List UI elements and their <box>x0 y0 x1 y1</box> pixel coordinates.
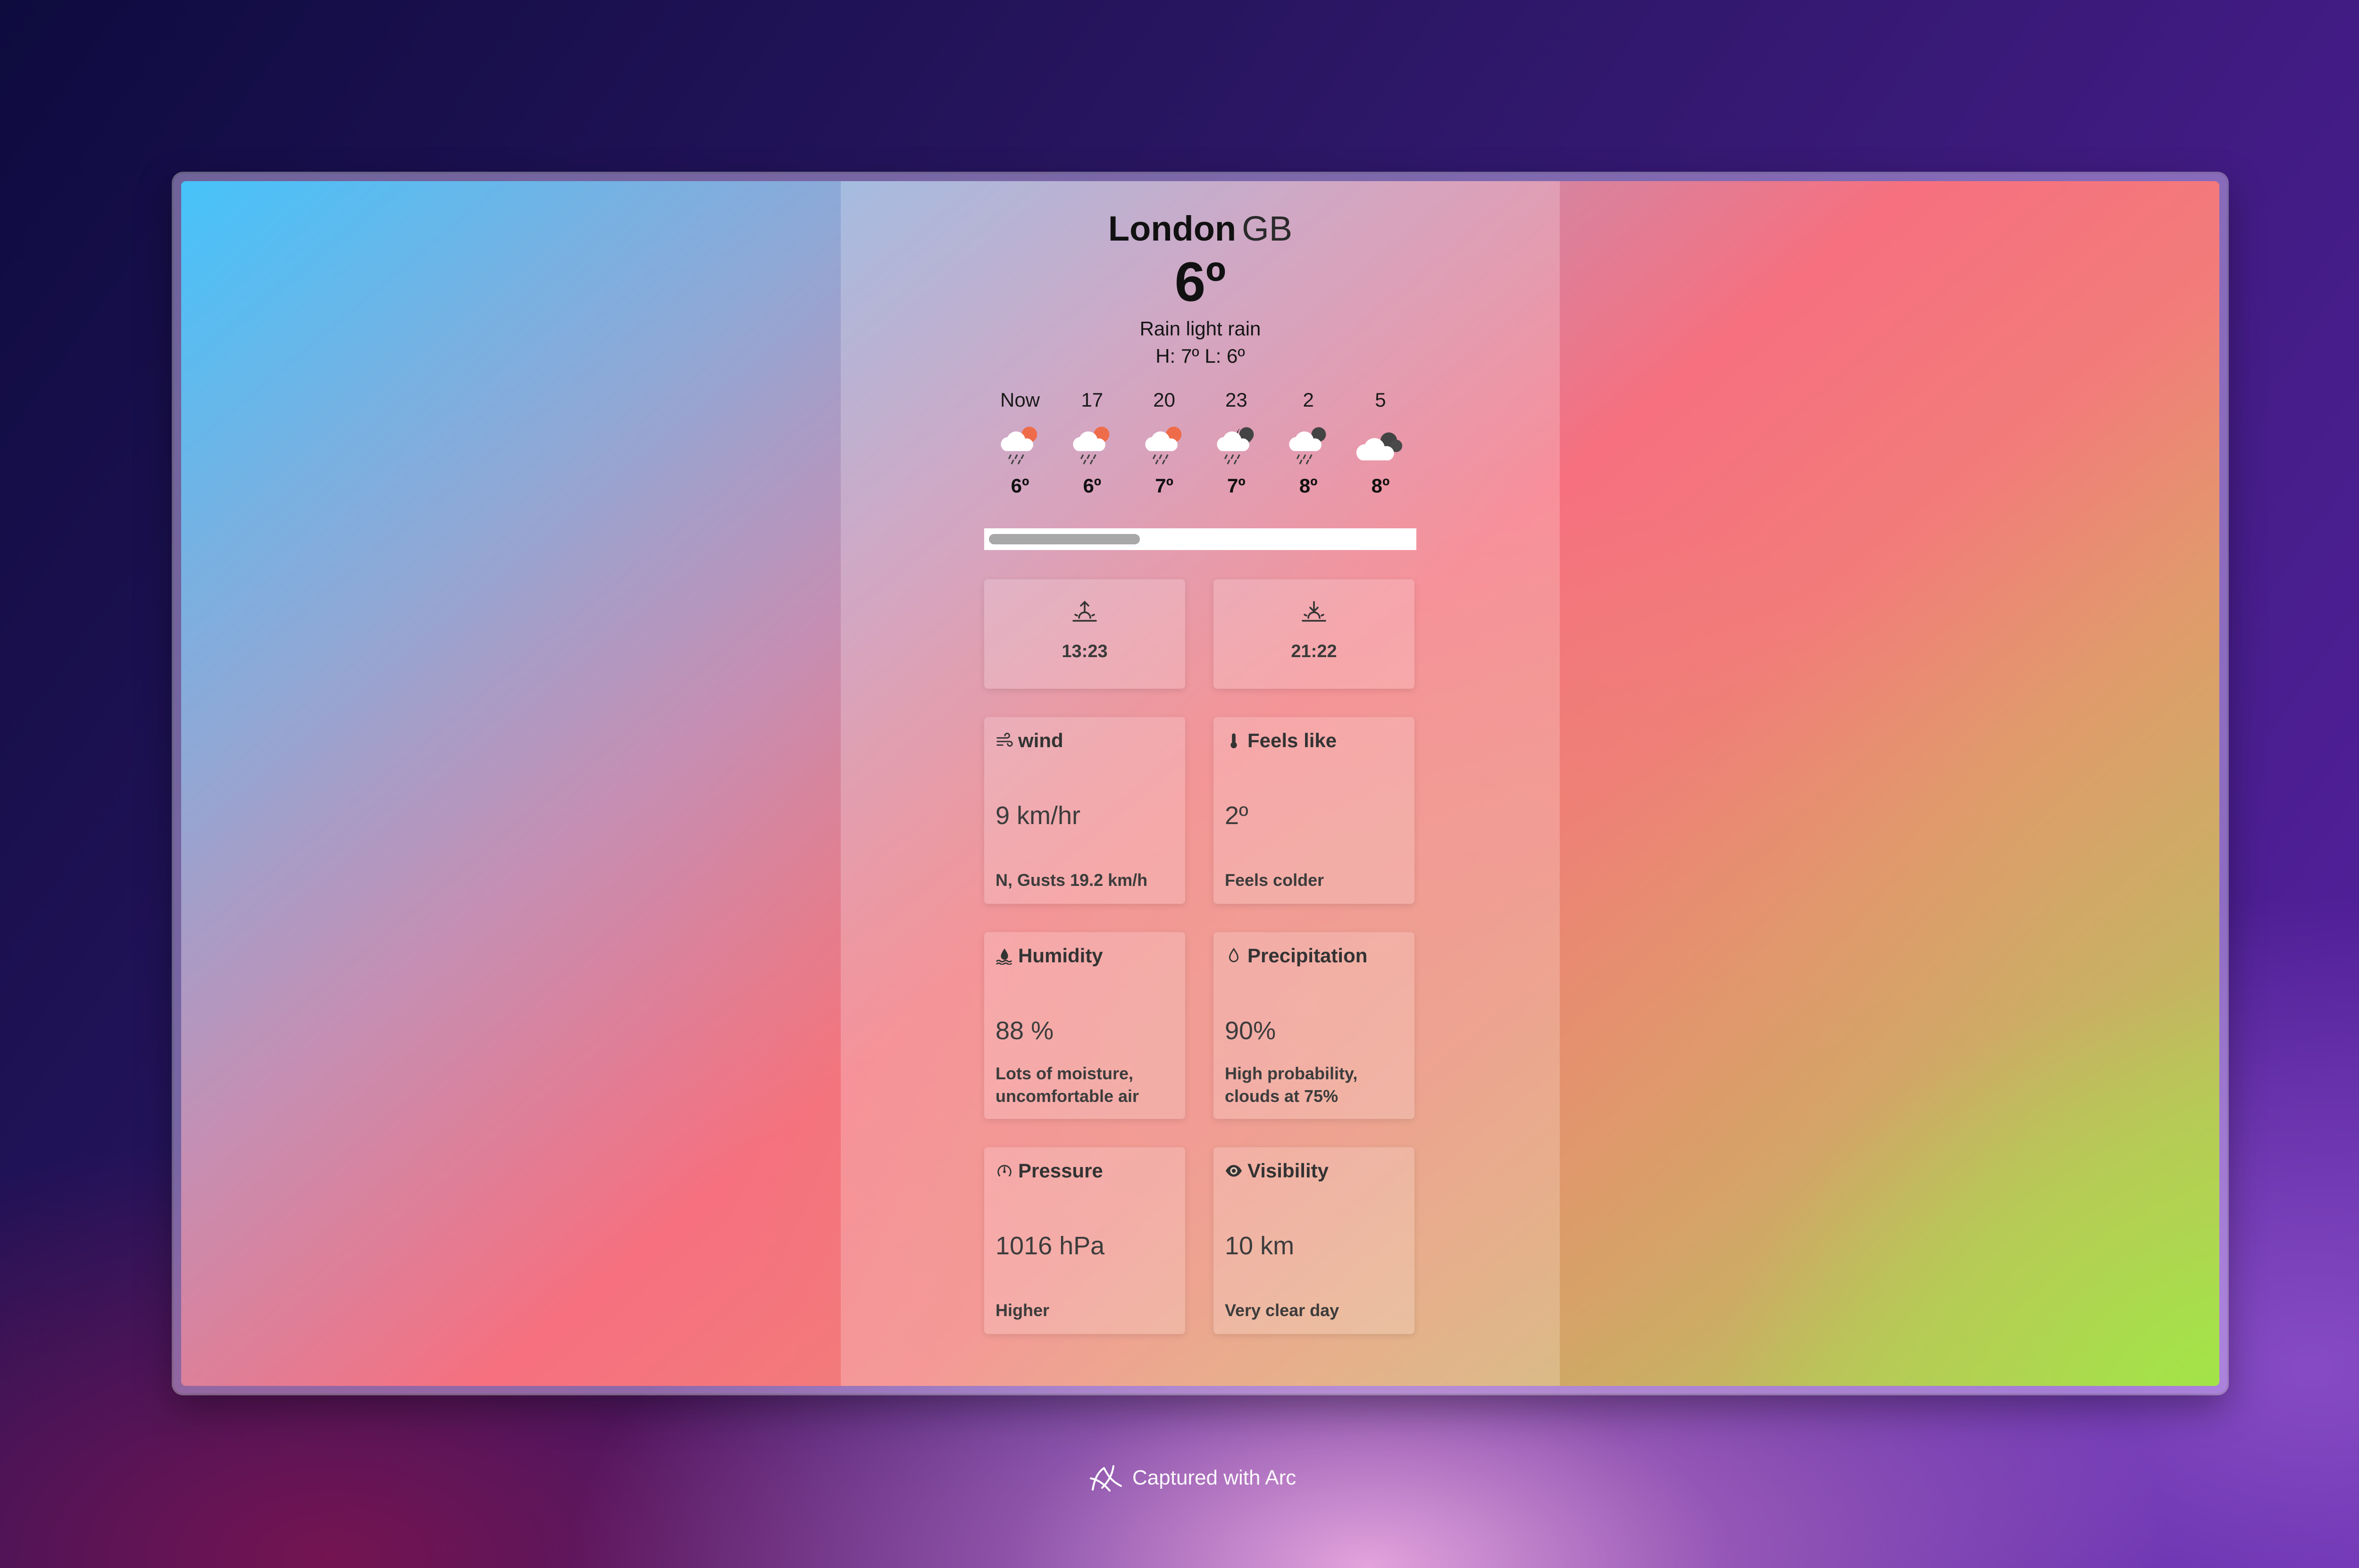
sunrise-time: 13:23 <box>1062 642 1108 661</box>
feels-like-value: 2º <box>1225 801 1248 830</box>
hourly-item: 2 8º <box>1272 387 1344 497</box>
visibility-card-title: Visibility <box>1225 1159 1329 1182</box>
humidity-note: Lots of moisture, uncomfortable air <box>995 1064 1139 1106</box>
hourly-item: 20 7º <box>1129 387 1200 497</box>
pressure-card: Pressure 1016 hPa Higher <box>984 1147 1185 1334</box>
hourly-item: 5 8º <box>1345 387 1416 497</box>
visibility-title: Visibility <box>1247 1159 1329 1182</box>
feels-like-title: Feels like <box>1247 729 1337 751</box>
hour-time: 20 <box>1153 389 1175 411</box>
hour-time: 5 <box>1375 389 1386 411</box>
hourly-forecast[interactable]: Now 6º 17 6º 20 7º 23 7º 2 8º 5 8º <box>984 387 1416 497</box>
hour-temperature: 7º <box>1227 475 1246 497</box>
feels-like-card: Feels like 2º Feels colder <box>1213 717 1414 904</box>
humidity-icon <box>996 948 1012 965</box>
rain-night-icon <box>1217 427 1254 465</box>
cloudy-night-icon <box>1356 432 1403 460</box>
scrollbar-thumb[interactable] <box>989 534 1140 544</box>
browser-window: London GB 6º Rain light rain H: 7º L: 6º … <box>174 174 2227 1393</box>
visibility-note: Very clear day <box>1225 1301 1339 1320</box>
pressure-card-title: Pressure <box>995 1159 1103 1182</box>
wind-icon <box>996 733 1013 747</box>
wind-note: N, Gusts 19.2 km/h <box>995 870 1148 890</box>
humidity-card: Humidity 88 % Lots of moisture, uncomfor… <box>984 932 1185 1119</box>
hour-time: 2 <box>1303 389 1314 411</box>
gauge-icon <box>997 1165 1012 1176</box>
hourly-scrollbar[interactable] <box>984 528 1416 550</box>
hourly-item: 17 6º <box>1056 387 1128 497</box>
capture-footer: Captured with Arc <box>1088 1462 1296 1493</box>
wind-title: wind <box>1018 729 1063 751</box>
sunrise-card: 13:23 <box>984 579 1185 689</box>
rain-day-icon <box>1145 426 1181 465</box>
precipitation-title: Precipitation <box>1247 944 1368 967</box>
sunset-card: 21:22 <box>1213 579 1414 689</box>
droplet-icon <box>1229 948 1238 962</box>
weather-panel: London GB 6º Rain light rain H: 7º L: 6º … <box>841 181 1560 1386</box>
high-low-temperature: H: 7º L: 6º <box>1155 345 1245 367</box>
rain-day-icon <box>1001 426 1037 465</box>
pressure-note: Higher <box>995 1301 1050 1320</box>
page-viewport: London GB 6º Rain light rain H: 7º L: 6º … <box>181 181 2219 1386</box>
humidity-card-title: Humidity <box>995 944 1103 967</box>
visibility-value: 10 km <box>1225 1232 1295 1260</box>
hourly-item: 23 7º <box>1200 387 1272 497</box>
humidity-title: Humidity <box>1018 944 1103 967</box>
pressure-value: 1016 hPa <box>995 1232 1105 1260</box>
hourly-item: Now 6º <box>984 387 1056 497</box>
hour-temperature: 7º <box>1155 475 1173 497</box>
hour-temperature: 6º <box>1083 475 1102 497</box>
arc-logo-icon <box>1090 1465 1122 1492</box>
humidity-value: 88 % <box>995 1017 1054 1045</box>
pressure-title: Pressure <box>1018 1159 1103 1182</box>
thermometer-icon <box>1230 733 1237 749</box>
sunset-time: 21:22 <box>1291 642 1337 661</box>
sunrise-icon <box>1072 601 1097 622</box>
wind-card-title: wind <box>995 729 1063 752</box>
rain-night-icon <box>1289 427 1326 465</box>
hour-temperature: 8º <box>1299 475 1318 497</box>
feels-like-note: Feels colder <box>1225 870 1324 890</box>
feels-like-card-title: Feels like <box>1225 729 1337 752</box>
footer-text: Captured with Arc <box>1132 1466 1297 1489</box>
precipitation-note: High probability, clouds at 75% <box>1225 1064 1358 1106</box>
city-name: London <box>1108 209 1237 248</box>
current-temperature: 6º <box>1174 251 1226 313</box>
wind-card: wind 9 km/hr N, Gusts 19.2 km/h <box>984 717 1185 904</box>
rain-day-icon <box>1073 426 1110 465</box>
hour-time: Now <box>1000 389 1040 411</box>
precipitation-card: Precipitation 90% High probability, clou… <box>1213 932 1414 1119</box>
hour-time: 17 <box>1081 389 1104 411</box>
weather-description: Rain light rain <box>1139 317 1261 340</box>
current-weather-header: London GB 6º Rain light rain H: 7º L: 6º <box>841 208 1560 370</box>
hour-time: 23 <box>1225 389 1247 411</box>
visibility-card: Visibility 10 km Very clear day <box>1213 1147 1414 1334</box>
sunset-icon <box>1302 601 1326 622</box>
eye-icon <box>1225 1165 1242 1177</box>
precipitation-value: 90% <box>1225 1017 1276 1045</box>
hour-temperature: 6º <box>1011 475 1029 497</box>
wind-value: 9 km/hr <box>995 801 1081 830</box>
country-code: GB <box>1242 209 1293 248</box>
precipitation-card-title: Precipitation <box>1225 944 1367 967</box>
hour-temperature: 8º <box>1371 475 1390 497</box>
location: London GB <box>841 208 1560 250</box>
